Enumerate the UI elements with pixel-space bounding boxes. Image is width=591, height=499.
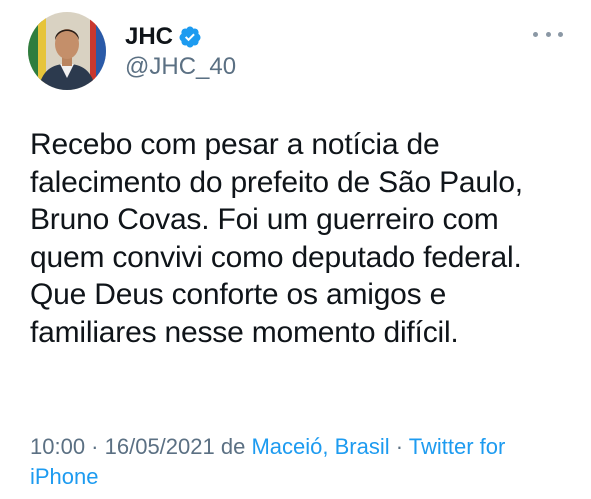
tweet-text: Recebo com pesar a notícia de faleciment… — [30, 128, 523, 349]
display-name[interactable]: JHC — [125, 23, 173, 51]
dot-icon — [533, 31, 538, 37]
avatar[interactable] — [28, 12, 106, 90]
verified-badge-icon — [178, 25, 202, 49]
more-options-icon[interactable] — [533, 28, 563, 40]
tweet-date[interactable]: 16/05/2021 — [105, 434, 215, 459]
avatar-image — [28, 12, 106, 90]
user-handle[interactable]: @JHC_40 — [125, 52, 236, 82]
tweet-time[interactable]: 10:00 — [30, 434, 85, 459]
dot-icon — [545, 31, 551, 37]
author-name-row[interactable]: JHC — [125, 23, 202, 51]
dot-icon — [558, 31, 563, 37]
location-link[interactable]: Maceió, Brasil — [251, 434, 389, 459]
meta-separator: · — [389, 434, 409, 459]
meta-separator: · — [85, 434, 105, 459]
tweet-card: JHC @JHC_40 Recebo com pesar a notícia d… — [0, 0, 591, 499]
tweet-meta: 10:00 · 16/05/2021 de Maceió, Brasil · T… — [30, 432, 570, 492]
location-prefix: de — [214, 434, 252, 459]
